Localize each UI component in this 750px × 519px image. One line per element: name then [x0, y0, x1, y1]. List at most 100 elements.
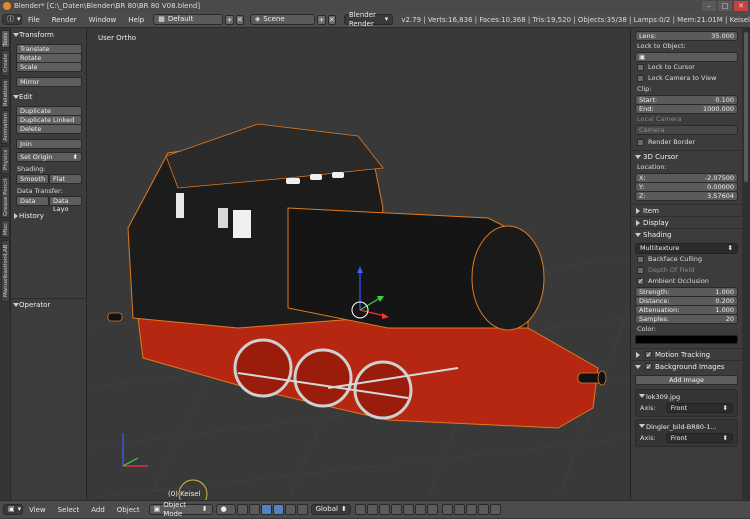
tab-manuelbastionilab[interactable]: ManuelbastioniLAB	[1, 240, 10, 302]
lock-camera-to-view-checkbox[interactable]: Lock Camera to View	[631, 73, 742, 84]
tab-misc[interactable]: Misc	[1, 220, 10, 238]
3d-viewport[interactable]: User Ortho (0) Keisel	[88, 28, 629, 500]
cursor-y-label: Y:	[639, 183, 645, 191]
remove-layout-button[interactable]: ✕	[235, 14, 244, 25]
render-preview-icon[interactable]	[489, 504, 501, 515]
layer-icon[interactable]	[390, 504, 402, 515]
background-image-item[interactable]: lok309.jpg Axis: Front ⬍	[635, 389, 738, 417]
background-image-item[interactable]: Dingler_bild-BR80-1... Axis: Front ⬍	[635, 419, 738, 447]
snap-icon[interactable]	[453, 504, 465, 515]
set-origin-label: Set Origin	[20, 153, 53, 161]
close-button[interactable]: ✕	[734, 1, 748, 11]
ao-samples-field[interactable]: Samples: 20	[635, 314, 738, 324]
layer-icon[interactable]	[354, 504, 366, 515]
layer-icon[interactable]	[402, 504, 414, 515]
maximize-button[interactable]: □	[718, 1, 732, 11]
pivot-icon[interactable]	[236, 504, 248, 515]
operator-panel-header[interactable]: Operator	[11, 298, 87, 310]
shading-panel-header[interactable]: Shading	[631, 228, 742, 240]
mirror-button[interactable]: Mirror	[16, 77, 82, 87]
backface-culling-checkbox[interactable]: Backface Culling	[631, 254, 742, 265]
lock-object-field[interactable]: ▣	[635, 52, 738, 62]
shading-mode-dropdown[interactable]: Multitexture ⬍	[635, 243, 738, 254]
locomotive-model[interactable]	[107, 123, 607, 429]
layer-icon[interactable]	[414, 504, 426, 515]
tab-animation[interactable]: Animation	[1, 110, 10, 144]
axis-dropdown[interactable]: Front ⬍	[665, 403, 733, 413]
data-button[interactable]: Data	[16, 196, 49, 206]
background-images-panel-header[interactable]: Background Images	[631, 360, 742, 373]
editor-type-selector[interactable]: ⓘ ▾	[2, 14, 22, 25]
add-layout-button[interactable]: +	[225, 14, 234, 25]
pivot-point-icon[interactable]	[248, 504, 260, 515]
clip-end-field[interactable]: End: 1000.000	[635, 104, 738, 114]
rotate-manipulator-icon[interactable]	[284, 504, 296, 515]
scale-button[interactable]: Scale	[16, 62, 82, 72]
scene-selector[interactable]: ◈ Scene	[249, 14, 316, 25]
menu-window[interactable]: Window	[83, 16, 123, 24]
lock-icon[interactable]	[441, 504, 453, 515]
ao-color-swatch[interactable]	[635, 335, 738, 344]
add-image-button[interactable]: Add Image	[635, 375, 738, 385]
scrollbar-thumb[interactable]	[744, 32, 748, 182]
info-icon: ⓘ	[7, 15, 14, 23]
join-button[interactable]: Join	[16, 139, 82, 149]
menu-add[interactable]: Add	[85, 506, 111, 514]
tab-physics[interactable]: Physics	[1, 146, 10, 174]
axis-value: Front	[670, 404, 688, 412]
depth-of-field-checkbox[interactable]: Depth Of Field	[631, 265, 742, 276]
tab-create[interactable]: Create	[1, 50, 10, 76]
lock-to-cursor-checkbox[interactable]: Lock to Cursor	[631, 62, 742, 73]
menu-help[interactable]: Help	[122, 16, 150, 24]
orientation-selector[interactable]: Global ⬍	[310, 504, 351, 515]
data-layout-button[interactable]: Data Layo	[49, 196, 82, 213]
editor-type-selector[interactable]: ▣ ▾	[3, 504, 23, 515]
lens-field[interactable]: Lens: 35.000	[635, 31, 738, 41]
smokebox-door	[471, 225, 545, 331]
duplicate-linked-button[interactable]: Duplicate Linked	[16, 115, 82, 125]
tab-relations[interactable]: Relations	[1, 78, 10, 108]
axis-dropdown[interactable]: Front ⬍	[665, 433, 733, 443]
translate-manipulator-icon[interactable]	[272, 504, 284, 515]
background-image-name[interactable]: lok309.jpg	[636, 392, 737, 402]
tab-grease-pencil[interactable]: Grease Pencil	[1, 176, 10, 218]
render-engine-selector[interactable]: Blender Render ▾	[343, 11, 394, 28]
motion-tracking-panel-header[interactable]: Motion Tracking	[631, 348, 742, 361]
properties-scrollbar[interactable]	[742, 28, 750, 500]
menu-view[interactable]: View	[23, 506, 52, 514]
screen-layout-selector[interactable]: ▦ Default	[153, 14, 224, 25]
menu-render[interactable]: Render	[46, 16, 83, 24]
ambient-occlusion-checkbox[interactable]: Ambient Occlusion	[631, 276, 742, 287]
flat-button[interactable]: Flat	[49, 174, 82, 184]
menu-select[interactable]: Select	[52, 506, 86, 514]
menu-file[interactable]: File	[22, 16, 46, 24]
history-panel-header[interactable]: History	[11, 210, 86, 222]
background-image-name[interactable]: Dingler_bild-BR80-1...	[636, 422, 737, 432]
add-scene-button[interactable]: +	[317, 14, 326, 25]
transform-panel-header[interactable]: Transform	[11, 29, 86, 41]
menu-object[interactable]: Object	[111, 506, 146, 514]
smooth-button[interactable]: Smooth	[16, 174, 49, 184]
display-panel-header[interactable]: Display	[631, 216, 742, 228]
cursor-z-field[interactable]: Z: 3.57604	[635, 191, 738, 201]
edit-panel-header[interactable]: Edit	[11, 91, 86, 103]
proportional-edit-icon[interactable]	[477, 504, 489, 515]
manipulator-icon[interactable]	[260, 504, 272, 515]
layer-icon[interactable]	[426, 504, 438, 515]
remove-scene-button[interactable]: ✕	[327, 14, 336, 25]
render-border-checkbox[interactable]: Render Border	[631, 137, 742, 148]
3d-cursor-panel-header[interactable]: 3D Cursor	[631, 150, 742, 162]
delete-button[interactable]: Delete	[16, 124, 82, 134]
set-origin-dropdown[interactable]: Set Origin ⬍	[16, 152, 82, 162]
item-panel-header[interactable]: Item	[631, 204, 742, 216]
layer-icon[interactable]	[378, 504, 390, 515]
tab-tools[interactable]: Tools	[1, 30, 10, 48]
mode-selector[interactable]: ▣ Object Mode ⬍	[148, 501, 213, 518]
viewport-shading-selector[interactable]: ●	[215, 504, 236, 515]
tool-shelf: Transform Translate Rotate Scale Mirror …	[11, 28, 87, 500]
cab-window	[332, 172, 344, 178]
layer-icon[interactable]	[366, 504, 378, 515]
scale-manipulator-icon[interactable]	[296, 504, 308, 515]
minimize-button[interactable]: –	[702, 1, 716, 11]
snap-target-icon[interactable]	[465, 504, 477, 515]
